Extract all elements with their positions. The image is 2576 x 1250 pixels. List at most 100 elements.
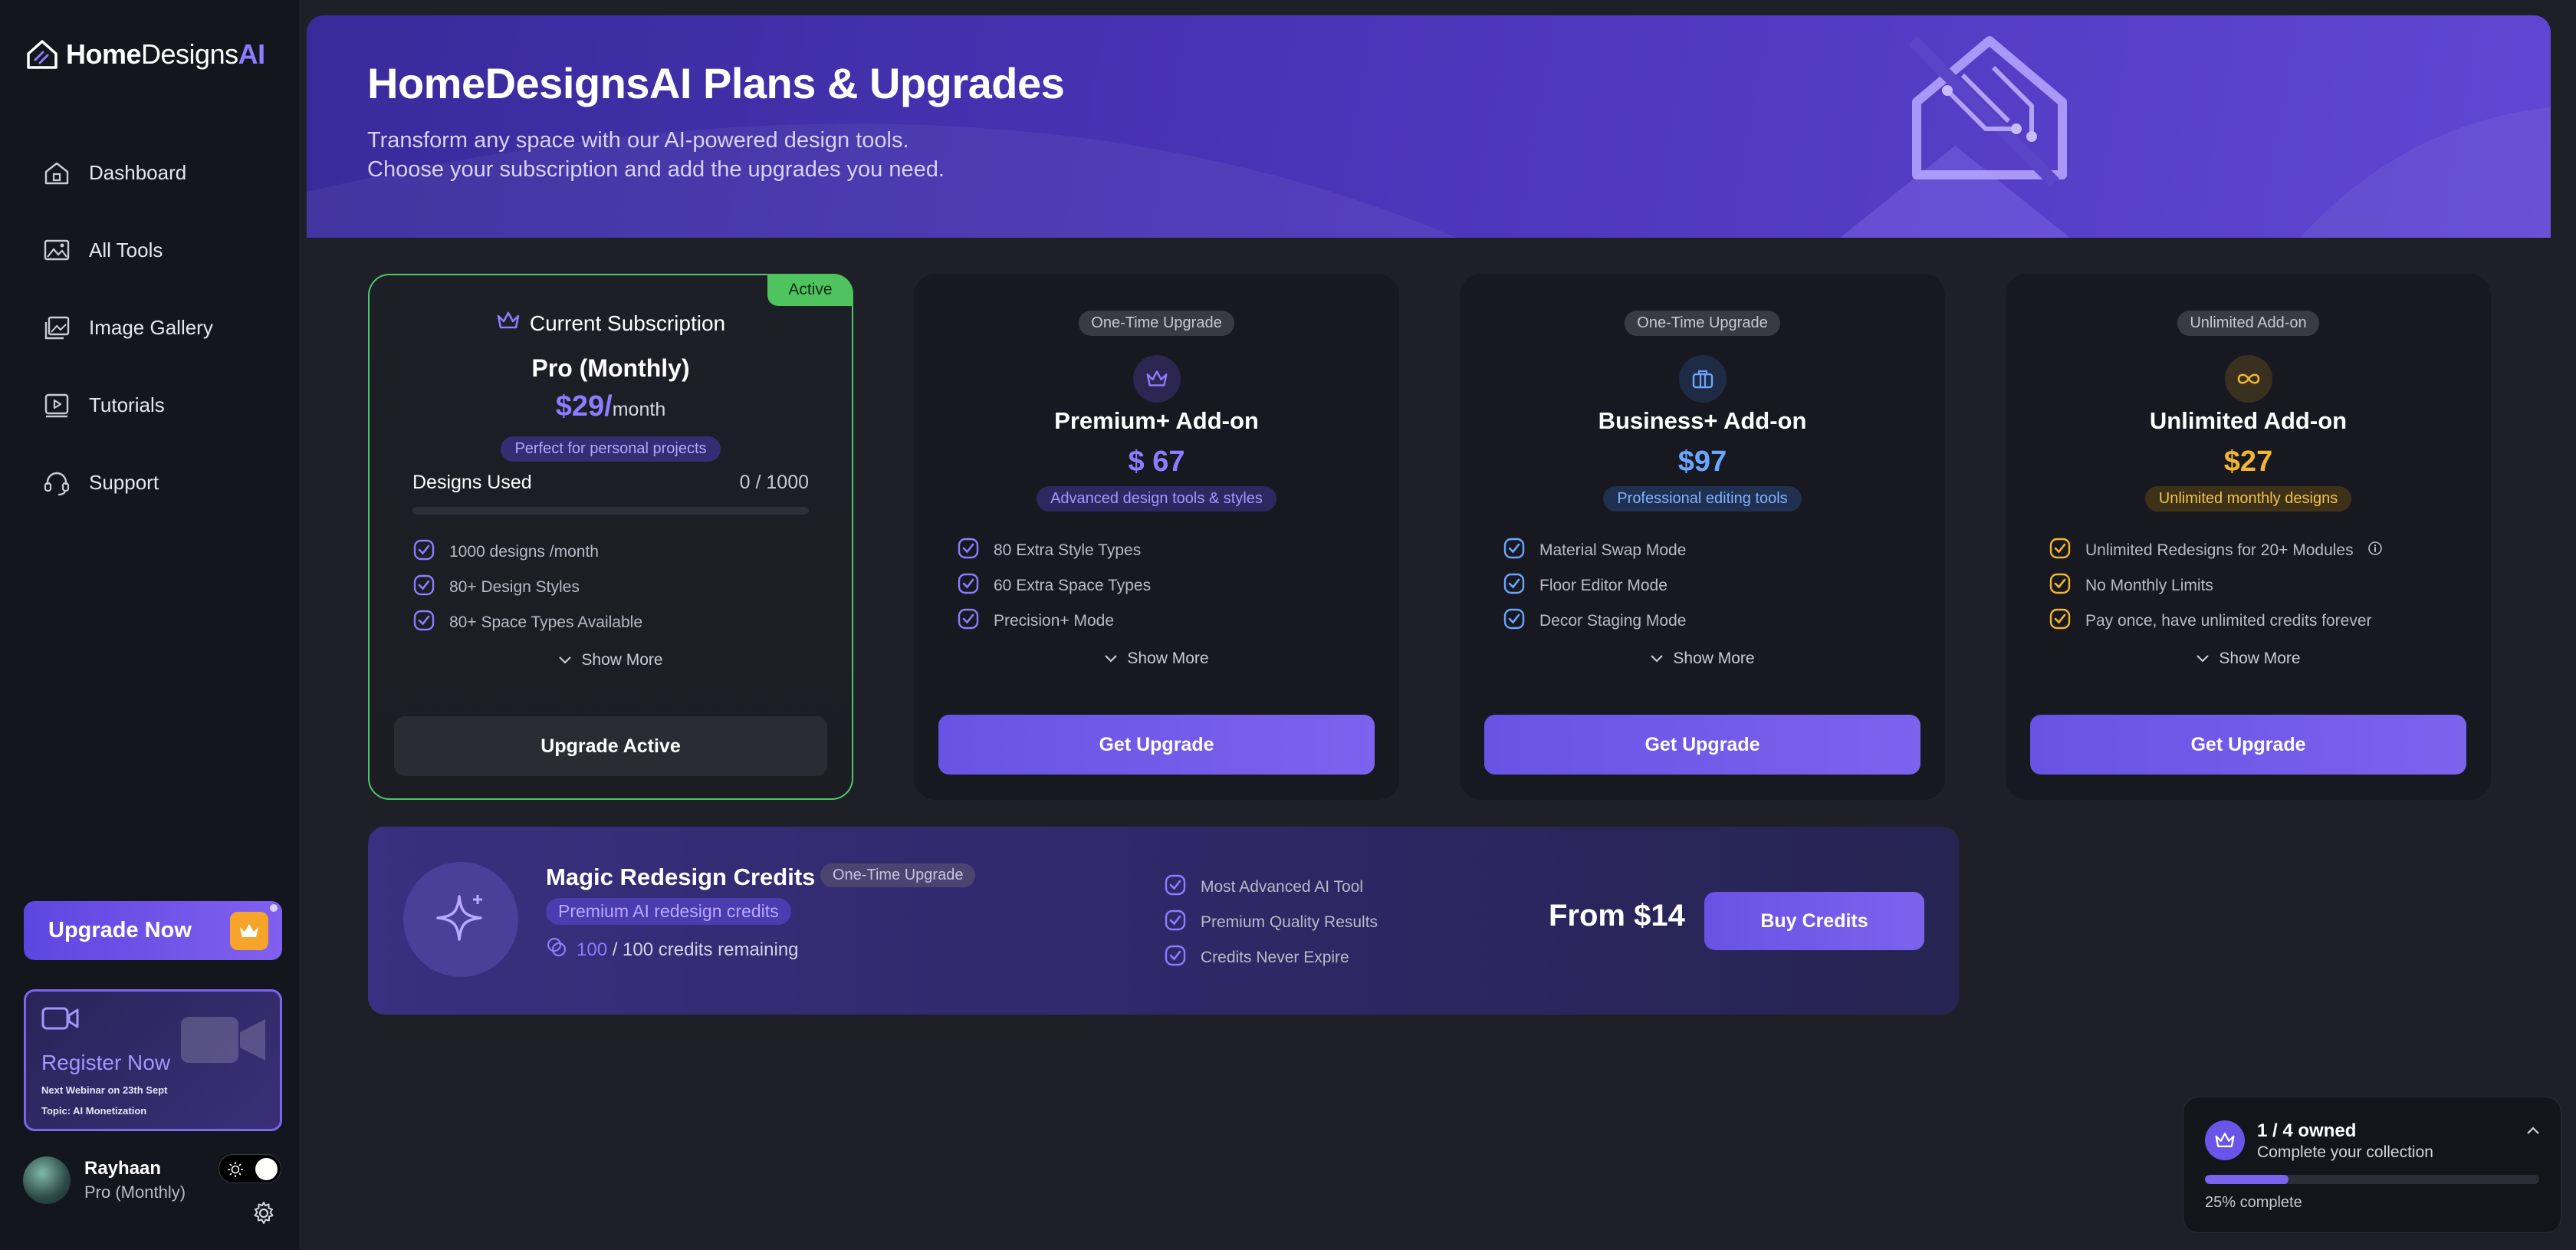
addon-name: Premium+ Add-on	[1054, 407, 1259, 434]
upgrade-active-button[interactable]: Upgrade Active	[394, 716, 827, 776]
notification-dot	[270, 904, 278, 912]
sidebar-item-label: Image Gallery	[89, 316, 213, 339]
show-more-button[interactable]: Show More	[914, 650, 1399, 668]
sidebar-item-dashboard[interactable]: Dashboard	[43, 134, 213, 212]
buy-credits-button[interactable]: Buy Credits	[1704, 892, 1924, 950]
feature-text: 80 Extra Style Types	[994, 541, 1142, 559]
video-camera-watermark-icon	[177, 1005, 269, 1078]
sidebar-item-label: Support	[89, 471, 159, 494]
info-icon[interactable]	[2367, 541, 2383, 561]
feature-text: Decor Staging Mode	[1539, 612, 1687, 630]
magic-redesign-credits-banner: Magic Redesign Credits One-Time Upgrade …	[368, 827, 1959, 1015]
brand-part-ai: AI	[238, 38, 266, 70]
coins-icon	[546, 936, 567, 963]
sidebar-item-tutorials[interactable]: Tutorials	[43, 367, 213, 444]
feature-text: Unlimited Redesigns for 20+ Modules	[2085, 541, 2354, 559]
check-icon	[1503, 572, 1526, 600]
current-subscription-label: Current Subscription	[529, 311, 726, 335]
check-icon	[1503, 537, 1526, 564]
webinar-date: Next Webinar on 23th Sept	[41, 1084, 168, 1096]
credits-remaining-label: / 100 credits remaining	[612, 939, 799, 960]
credits-remaining: 100 / 100 credits remaining	[546, 936, 799, 963]
hero-banner: HomeDesignsAI Plans & Upgrades Transform…	[307, 15, 2551, 238]
feature-item: 1000 designs /month	[412, 535, 642, 570]
page-subtitle: Transform any space with our AI-powered …	[367, 126, 945, 184]
collection-owned-count: 1 / 4 owned	[2257, 1120, 2357, 1141]
feature-item: Pay once, have unlimited credits forever	[2049, 604, 2383, 639]
addon-name: Unlimited Add-on	[2149, 407, 2348, 434]
page-title: HomeDesignsAI Plans & Upgrades	[367, 59, 1065, 107]
addon-price: $ 67	[1128, 446, 1185, 478]
theme-toggle[interactable]	[219, 1154, 281, 1183]
addon-name: Business+ Add-on	[1598, 407, 1807, 434]
brand-logo[interactable]: HomeDesignsAI	[25, 37, 265, 72]
sun-icon	[227, 1161, 244, 1182]
credits-remaining-count: 100	[577, 939, 608, 960]
collection-progress-fill	[2205, 1175, 2288, 1184]
headset-icon	[43, 469, 71, 497]
feature-item: 60 Extra Space Types	[957, 568, 1151, 604]
circuit-house-icon	[1901, 29, 2078, 194]
get-upgrade-button[interactable]: Get Upgrade	[2030, 715, 2466, 775]
get-upgrade-button[interactable]: Get Upgrade	[938, 715, 1375, 775]
get-upgrade-button[interactable]: Get Upgrade	[1484, 715, 1921, 775]
one-time-upgrade-badge: One-Time Upgrade	[1079, 311, 1234, 336]
credits-features: Most Advanced AI Tool Premium Quality Re…	[1164, 870, 1378, 975]
sidebar-item-label: Tutorials	[89, 393, 165, 416]
show-more-button[interactable]: Show More	[2006, 650, 2491, 668]
addon-tag: Unlimited monthly designs	[2144, 486, 2352, 512]
chevron-up-icon[interactable]	[2525, 1125, 2541, 1140]
feature-item: Decor Staging Mode	[1503, 604, 1686, 639]
check-icon	[1164, 944, 1187, 972]
designs-used-value: 0 / 1000	[739, 472, 809, 493]
one-time-upgrade-badge: One-Time Upgrade	[1625, 311, 1780, 336]
addon-features: 80 Extra Style Types 60 Extra Space Type…	[957, 533, 1151, 639]
credits-title: Magic Redesign Credits	[546, 863, 816, 890]
feature-text: 60 Extra Space Types	[994, 577, 1152, 594]
collection-progress-bar	[2205, 1175, 2539, 1184]
check-icon	[957, 537, 980, 564]
upgrade-now-button[interactable]: Upgrade Now	[24, 901, 282, 960]
briefcase-icon	[1678, 355, 1727, 403]
feature-item: No Monthly Limits	[2049, 568, 2383, 604]
sidebar-item-image-gallery[interactable]: Image Gallery	[43, 289, 213, 367]
feature-text: Credits Never Expire	[1201, 949, 1349, 966]
one-time-upgrade-badge: One-Time Upgrade	[820, 863, 976, 887]
webinar-card[interactable]: Register Now Next Webinar on 23th Sept T…	[24, 989, 282, 1131]
video-camera-icon	[41, 1007, 80, 1035]
house-logo-icon	[25, 37, 60, 72]
feature-text: Floor Editor Mode	[1539, 577, 1668, 594]
sparkle-icon	[403, 862, 518, 977]
current-subscription-header: Current Subscription	[370, 311, 852, 336]
user-profile[interactable]: Rayhaan Pro (Monthly)	[23, 1156, 186, 1204]
feature-text: 80+ Design Styles	[449, 578, 580, 596]
check-icon	[412, 574, 435, 601]
check-icon	[1164, 909, 1187, 936]
check-icon	[1503, 607, 1526, 635]
webinar-topic: Topic: AI Monetization	[41, 1105, 147, 1117]
chevron-down-icon	[558, 651, 572, 669]
addon-tag-row: Advanced design tools & styles	[914, 486, 1399, 512]
check-icon	[412, 609, 435, 637]
feature-text: 80+ Space Types Available	[449, 613, 642, 631]
gear-icon[interactable]	[251, 1200, 277, 1230]
badge-row: Unlimited Add-on	[2006, 311, 2491, 336]
show-more-button[interactable]: Show More	[370, 651, 852, 669]
check-icon	[2049, 572, 2072, 600]
addon-price: $97	[1677, 446, 1727, 478]
user-name: Rayhaan	[84, 1158, 162, 1179]
check-icon	[957, 607, 980, 635]
toggle-knob	[255, 1158, 278, 1180]
sidebar-item-support[interactable]: Support	[43, 444, 213, 521]
credits-tag: Premium AI redesign credits	[546, 898, 791, 925]
page-subtitle-line-1: Transform any space with our AI-powered …	[367, 128, 909, 153]
show-more-label: Show More	[1673, 650, 1755, 667]
show-more-button[interactable]: Show More	[1460, 650, 1945, 668]
gallery-icon	[43, 314, 71, 342]
badge-row: One-Time Upgrade	[1460, 311, 1945, 336]
page-subtitle-line-2: Choose your subscription and add the upg…	[367, 157, 945, 182]
crown-icon	[1132, 355, 1181, 403]
crown-icon	[2205, 1120, 2245, 1160]
sidebar-item-all-tools[interactable]: All Tools	[43, 212, 213, 289]
check-icon	[412, 538, 435, 566]
